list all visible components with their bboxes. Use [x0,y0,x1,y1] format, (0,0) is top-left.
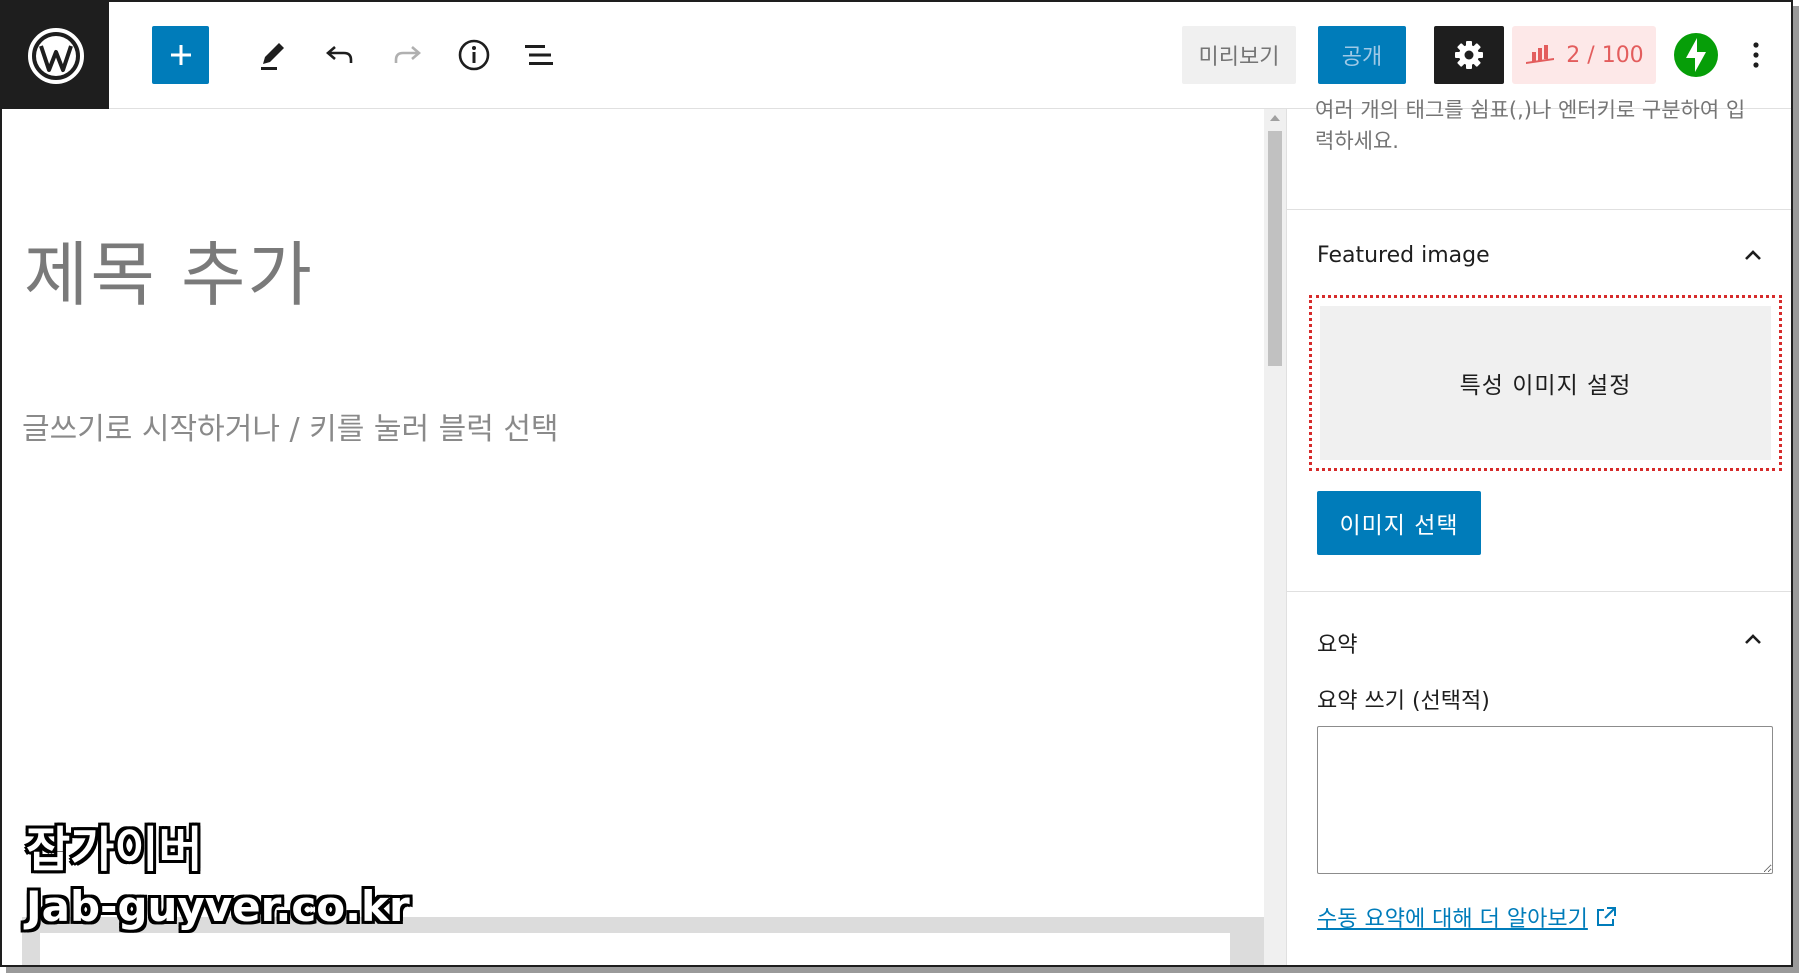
editor-bottom-block [40,933,1230,965]
add-block-button[interactable] [152,26,209,84]
publish-button[interactable]: 공개 [1318,26,1406,84]
settings-sidebar: 여러 개의 태그를 쉼표(,)나 엔터키로 구분하여 입력하세요. Featur… [1286,98,1791,965]
options-menu-button[interactable] [1738,26,1774,84]
redo-icon [394,46,421,63]
set-featured-image-button[interactable]: 특성 이미지 설정 [1320,306,1771,460]
preview-button[interactable]: 미리보기 [1182,26,1296,84]
excerpt-textarea[interactable] [1317,726,1773,874]
chevron-up-icon[interactable] [1743,629,1763,649]
jetpack-icon [1674,33,1718,77]
panel-divider [1287,591,1791,592]
editor-scrollbar[interactable] [1264,109,1286,965]
pencil-icon [261,43,284,70]
panel-divider [1287,209,1791,210]
wordpress-logo-icon[interactable] [2,2,109,109]
featured-image-panel-title[interactable]: Featured image [1317,243,1490,268]
details-button[interactable] [449,26,499,84]
settings-button[interactable] [1434,26,1504,84]
excerpt-learn-more-text[interactable]: 수동 요약에 대해 더 알아보기 [1317,901,1588,933]
watermark-url: Jab-guyver.co.kr [26,882,410,931]
scroll-up-arrow-icon[interactable] [1270,115,1280,121]
chevron-up-icon[interactable] [1743,245,1763,265]
seo-chart-icon [1526,45,1555,64]
external-link-icon [1596,907,1616,926]
seo-score-button[interactable]: 2 / 100 [1512,26,1656,84]
post-title-input[interactable]: 제목 추가 [24,219,314,320]
screenshot-frame: 미리보기 공개 2 / 100 제목 추가 글쓰기로 시작하거나 / 키를 눌러… [0,0,1793,967]
watermark-title: 잡가이버 [26,822,203,878]
undo-button[interactable] [315,26,365,84]
info-icon [458,39,490,71]
jetpack-button[interactable] [1672,26,1720,84]
scroll-thumb[interactable] [1268,131,1282,366]
list-view-button[interactable] [514,26,564,84]
select-image-button[interactable]: 이미지 선택 [1317,491,1481,555]
excerpt-learn-more-link[interactable]: 수동 요약에 대해 더 알아보기 [1317,901,1618,933]
excerpt-field-label: 요약 쓰기 (선택적) [1317,689,1490,714]
list-view-icon [525,45,553,65]
editor-toolbar: 미리보기 공개 2 / 100 [2,2,1791,109]
plus-icon [170,45,191,65]
kebab-menu-icon [1753,42,1759,68]
paragraph-block-placeholder[interactable]: 글쓰기로 시작하거나 / 키를 눌러 블럭 선택 [22,404,559,448]
tools-button[interactable] [247,26,297,84]
tags-help-text: 여러 개의 태그를 쉼표(,)나 엔터키로 구분하여 입력하세요. [1315,98,1746,153]
excerpt-panel-title[interactable]: 요약 [1317,627,1357,659]
undo-icon [326,46,353,63]
gear-icon [1455,41,1483,69]
redo-button[interactable] [382,26,432,84]
featured-image-dropzone[interactable]: 특성 이미지 설정 [1309,295,1782,471]
seo-score-value: 2 / 100 [1566,42,1644,68]
